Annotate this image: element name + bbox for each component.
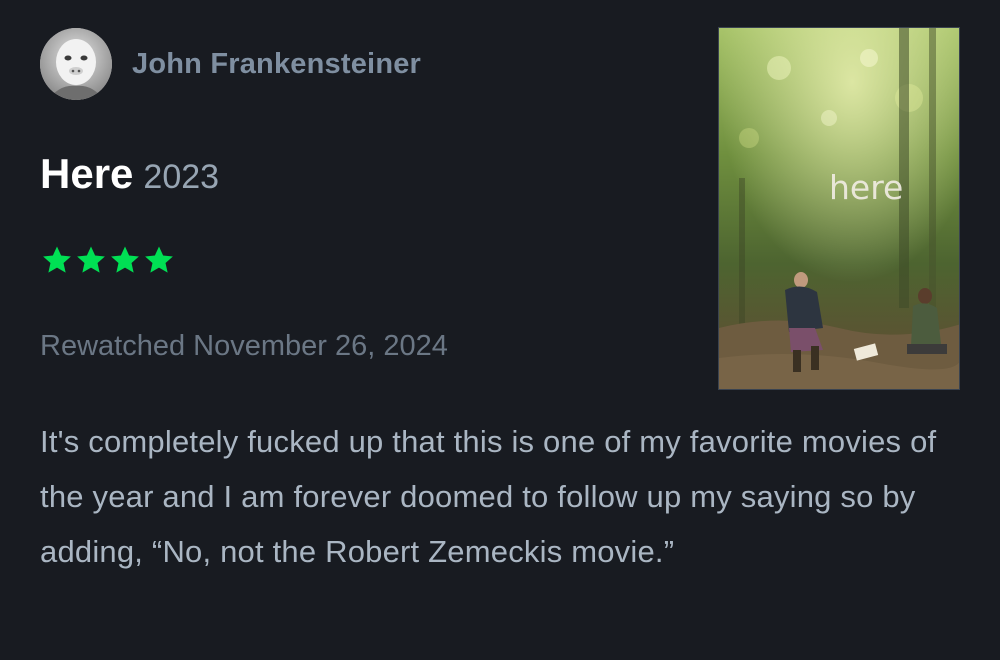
film-title[interactable]: Here bbox=[40, 150, 133, 198]
star-rating bbox=[40, 243, 176, 277]
watched-date: Rewatched November 26, 2024 bbox=[40, 330, 448, 362]
poster-artwork bbox=[719, 28, 959, 389]
star-icon bbox=[43, 246, 71, 273]
star-icon bbox=[77, 246, 105, 273]
poster-title: here bbox=[829, 168, 904, 207]
film-heading: Here 2023 bbox=[40, 150, 219, 198]
review-card: John Frankensteiner Here 2023 Rewatched … bbox=[0, 0, 1000, 660]
user-avatar-icon[interactable] bbox=[40, 28, 112, 100]
review-body: It's completely fucked up that this is o… bbox=[40, 424, 937, 569]
star-icon bbox=[111, 246, 139, 273]
star-icon bbox=[145, 246, 173, 273]
film-poster[interactable]: here bbox=[718, 27, 960, 390]
author-name[interactable]: John Frankensteiner bbox=[132, 48, 421, 81]
film-year[interactable]: 2023 bbox=[143, 158, 219, 197]
review-author[interactable]: John Frankensteiner bbox=[40, 28, 421, 100]
